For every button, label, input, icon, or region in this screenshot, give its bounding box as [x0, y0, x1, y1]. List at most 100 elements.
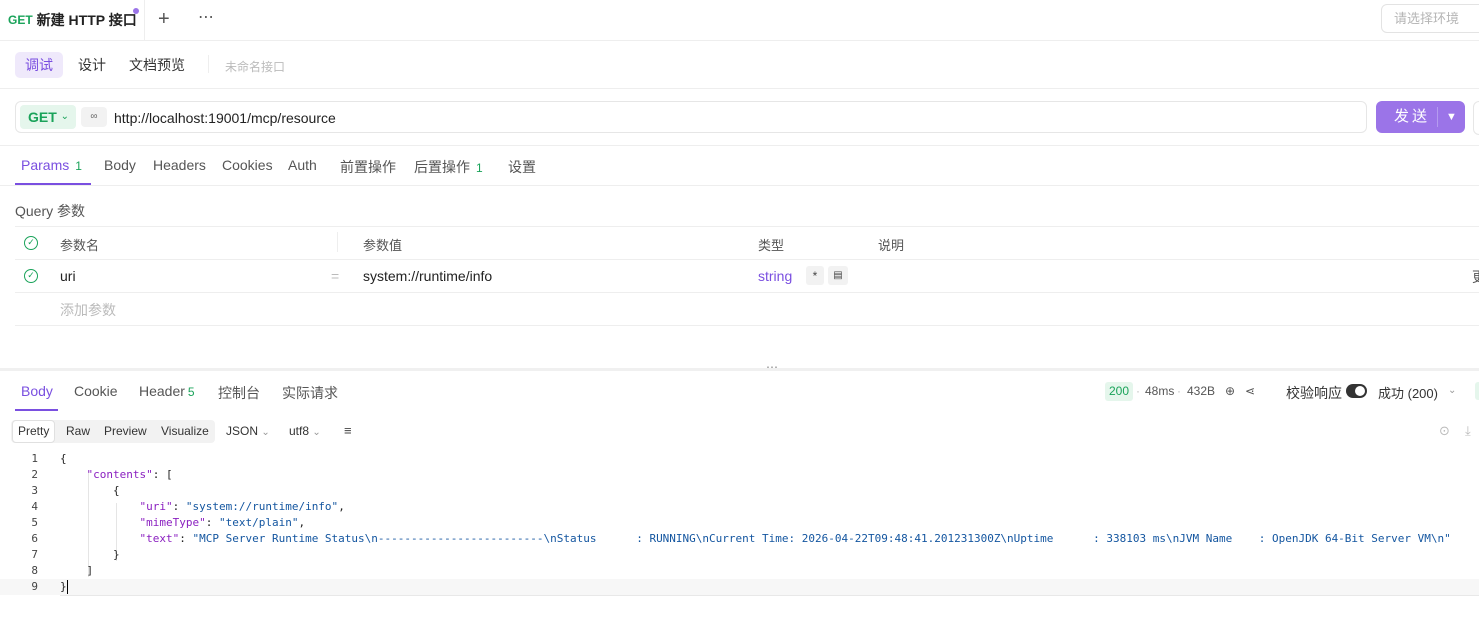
tab-post-operations[interactable]: 后置操作 1: [414, 157, 483, 177]
text-cursor: [66, 580, 68, 594]
tab-headers[interactable]: Headers: [153, 157, 206, 173]
code-line: 1{: [0, 451, 1479, 467]
status-badge[interactable]: 200: [1105, 382, 1134, 401]
divider: [15, 325, 1479, 326]
column-resizer[interactable]: [337, 232, 338, 252]
chevron-down-icon[interactable]: ⌄: [1448, 385, 1456, 396]
code-text: }: [60, 548, 120, 561]
code-text: {: [60, 452, 67, 465]
mode-debug[interactable]: 调试: [15, 52, 63, 78]
wrap-lines-icon[interactable]: ≡: [344, 423, 352, 438]
resp-tab-body[interactable]: Body: [21, 383, 53, 399]
select-all-checkbox[interactable]: ✓: [24, 236, 38, 250]
tab-auth[interactable]: Auth: [288, 157, 317, 173]
scroll-top-icon[interactable]: ⊙: [1439, 423, 1450, 439]
code-text: ]: [60, 564, 94, 577]
more-icon[interactable]: ⋯: [198, 7, 215, 27]
mode-doc-preview[interactable]: 文档预览: [119, 52, 195, 78]
format-label: JSON: [226, 424, 259, 438]
code-text: }: [60, 579, 68, 595]
tab-label: Header: [139, 383, 185, 399]
api-tab[interactable]: GET 新建 HTTP 接口: [0, 0, 145, 40]
line-number: 7: [31, 548, 38, 561]
view-preview[interactable]: Preview: [104, 420, 147, 443]
divider: [0, 185, 1479, 186]
divider: [60, 595, 1479, 596]
code-line: 5 "mimeType": "text/plain",: [0, 515, 1479, 531]
divider: [208, 55, 209, 73]
encoding-label: utf8: [289, 424, 310, 438]
share-icon[interactable]: ⋖: [1245, 384, 1255, 398]
line-number: 5: [31, 516, 38, 529]
resp-tab-actual-request[interactable]: 实际请求: [282, 383, 338, 403]
tab-body[interactable]: Body: [104, 157, 136, 173]
edge-badge[interactable]: [1475, 382, 1479, 400]
code-line: 6 "text": "MCP Server Runtime Status\n--…: [0, 531, 1479, 547]
save-button[interactable]: [1473, 101, 1479, 135]
tab-label: 后置操作: [414, 159, 470, 175]
view-visualize[interactable]: Visualize: [161, 420, 209, 443]
separator-dot: ·: [1136, 384, 1140, 398]
view-raw[interactable]: Raw: [66, 420, 90, 443]
code-text: "uri": "system://runtime/info",: [139, 500, 345, 513]
row-checkbox[interactable]: ✓: [24, 269, 38, 283]
response-size[interactable]: 432B: [1187, 384, 1215, 398]
format-select[interactable]: JSON ⌄: [226, 424, 270, 438]
line-number: 2: [31, 468, 38, 481]
divider: [1437, 107, 1438, 127]
settings-icon[interactable]: ▤: [828, 266, 848, 285]
tab-cookies[interactable]: Cookies: [222, 157, 273, 173]
tab-params[interactable]: Params 1: [21, 157, 82, 173]
tab-badge: 5: [187, 385, 195, 399]
param-type-select[interactable]: string: [758, 268, 792, 284]
result-status[interactable]: 成功 (200): [1378, 383, 1438, 402]
validate-toggle[interactable]: [1346, 384, 1367, 398]
resp-tab-cookie[interactable]: Cookie: [74, 383, 118, 399]
download-icon[interactable]: ⤓: [1465, 423, 1471, 439]
resp-tab-header[interactable]: Header 5: [139, 383, 195, 399]
method-select[interactable]: GET ⌄: [20, 105, 76, 129]
panel-splitter[interactable]: [0, 368, 1479, 371]
encoding-select[interactable]: utf8 ⌄: [289, 424, 321, 438]
add-param-input[interactable]: 添加参数: [60, 300, 116, 320]
mode-design[interactable]: 设计: [68, 52, 116, 78]
link-icon[interactable]: ∞: [81, 107, 107, 127]
line-number: 3: [31, 484, 38, 497]
code-line: 4 "uri": "system://runtime/info",: [0, 499, 1479, 515]
divider: [15, 292, 1479, 293]
view-pretty[interactable]: Pretty: [12, 420, 56, 443]
env-select[interactable]: 请选择环境: [1381, 4, 1479, 33]
equals-sign: =: [331, 268, 340, 284]
tab-settings[interactable]: 设置: [508, 157, 536, 177]
col-header-type: 类型: [758, 238, 785, 253]
globe-icon[interactable]: ⊕: [1225, 384, 1235, 398]
send-label: 发送: [1394, 108, 1431, 125]
code-line: 8 ]: [0, 563, 1479, 579]
tab-title: 新建 HTTP 接口: [36, 12, 137, 28]
required-toggle[interactable]: *: [806, 266, 824, 285]
divider: [0, 88, 1479, 89]
divider: [15, 259, 1479, 260]
tab-badge: 1: [476, 161, 483, 175]
line-number: 4: [31, 500, 38, 513]
resp-tab-console[interactable]: 控制台: [218, 383, 260, 403]
drag-handle-icon[interactable]: ⋯: [766, 360, 779, 374]
col-header-name: 参数名: [60, 238, 100, 253]
query-section-label: Query 参数: [15, 203, 86, 219]
line-number: 6: [31, 532, 38, 545]
col-header-description: 说明: [878, 238, 905, 253]
param-name-input[interactable]: uri: [60, 268, 76, 284]
url-input[interactable]: http://localhost:19001/mcp/resource: [114, 110, 336, 126]
add-tab-icon[interactable]: +: [158, 8, 170, 31]
validate-label: 校验响应: [1286, 385, 1342, 401]
chevron-down-icon[interactable]: ▼: [1446, 101, 1457, 133]
param-value-input[interactable]: system://runtime/info: [363, 268, 492, 284]
unsaved-dot-icon: [133, 8, 139, 14]
api-name-placeholder[interactable]: 未命名接口: [225, 58, 285, 75]
response-time[interactable]: 48ms: [1145, 384, 1174, 398]
send-button[interactable]: 发送 ▼: [1376, 101, 1465, 133]
tab-pre-operations[interactable]: 前置操作: [340, 157, 396, 177]
divider: [0, 145, 1479, 146]
toggle-knob: [1355, 386, 1365, 396]
tab-label: Params: [21, 157, 70, 173]
